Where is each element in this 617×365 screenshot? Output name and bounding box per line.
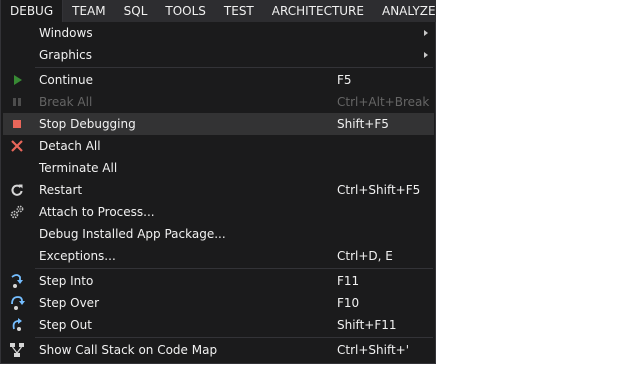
menu-item-label: Break All	[39, 95, 93, 109]
step-out-icon	[9, 317, 25, 333]
menu-separator	[35, 337, 433, 338]
menu-item-label: Detach All	[39, 139, 101, 153]
menu-tools[interactable]: TOOLS	[156, 0, 215, 22]
menu-item-break-all[interactable]: Break All Ctrl+Alt+Break	[3, 91, 434, 113]
menu-item-terminate-all[interactable]: Terminate All	[3, 157, 434, 179]
menu-item-label: Restart	[39, 183, 83, 197]
pause-icon	[9, 94, 25, 110]
submenu-arrow-icon	[424, 52, 428, 58]
menu-item-label: Step Into	[39, 274, 94, 288]
menu-item-attach-to-process[interactable]: Attach to Process...	[3, 201, 434, 223]
menu-item-shortcut: Shift+F11	[337, 318, 397, 332]
menu-item-shortcut: Ctrl+Alt+Break	[337, 95, 430, 109]
menu-test[interactable]: TEST	[215, 0, 263, 22]
menu-item-continue[interactable]: Continue F5	[3, 69, 434, 91]
step-over-icon	[9, 295, 25, 311]
menu-bar: DEBUG TEAM SQL TOOLS TEST ARCHITECTURE A…	[0, 0, 436, 22]
restart-icon	[9, 182, 25, 198]
menu-item-show-call-stack-on-code-map[interactable]: Show Call Stack on Code Map Ctrl+Shift+'	[3, 339, 434, 361]
stop-icon	[9, 116, 25, 132]
menu-item-shortcut: F5	[337, 73, 352, 87]
menu-item-label: Windows	[39, 26, 93, 40]
menu-separator	[35, 268, 433, 269]
menu-item-label: Exceptions...	[39, 249, 116, 263]
gears-icon	[9, 204, 25, 220]
menu-item-label: Stop Debugging	[39, 117, 136, 131]
menu-item-debug-installed-app-package[interactable]: Debug Installed App Package...	[3, 223, 434, 245]
menu-sql[interactable]: SQL	[115, 0, 157, 22]
menu-item-step-into[interactable]: Step Into F11	[3, 270, 434, 292]
menu-item-label: Step Out	[39, 318, 92, 332]
menu-architecture[interactable]: ARCHITECTURE	[263, 0, 373, 22]
step-into-icon	[9, 273, 25, 289]
menu-item-label: Attach to Process...	[39, 205, 155, 219]
code-map-icon	[9, 342, 25, 358]
menu-separator	[35, 67, 433, 68]
menu-item-stop-debugging[interactable]: Stop Debugging Shift+F5	[3, 113, 434, 135]
menu-item-label: Continue	[39, 73, 93, 87]
menu-item-restart[interactable]: Restart Ctrl+Shift+F5	[3, 179, 434, 201]
menu-item-graphics[interactable]: Graphics	[3, 44, 434, 66]
menu-item-label: Step Over	[39, 296, 99, 310]
menu-analyze[interactable]: ANALYZE	[373, 0, 445, 22]
menu-item-shortcut: Ctrl+Shift+F5	[337, 183, 421, 197]
close-icon	[9, 138, 25, 154]
debug-menu-dropdown: Windows Graphics Continue F5 Break All C…	[0, 22, 436, 364]
submenu-arrow-icon	[424, 30, 428, 36]
play-icon	[9, 72, 25, 88]
menu-item-step-over[interactable]: Step Over F10	[3, 292, 434, 314]
menu-item-step-out[interactable]: Step Out Shift+F11	[3, 314, 434, 336]
menu-item-shortcut: F11	[337, 274, 360, 288]
menu-debug[interactable]: DEBUG	[0, 0, 64, 22]
menu-item-label: Graphics	[39, 48, 92, 62]
menu-item-windows[interactable]: Windows	[3, 22, 434, 44]
menu-item-label: Debug Installed App Package...	[39, 227, 226, 241]
menu-item-shortcut: Shift+F5	[337, 117, 389, 131]
menu-team[interactable]: TEAM	[63, 0, 114, 22]
menu-item-detach-all[interactable]: Detach All	[3, 135, 434, 157]
menu-item-shortcut: F10	[337, 296, 360, 310]
menu-item-label: Terminate All	[39, 161, 118, 175]
menu-item-shortcut: Ctrl+Shift+'	[337, 343, 410, 357]
menu-item-exceptions[interactable]: Exceptions... Ctrl+D, E	[3, 245, 434, 267]
menu-item-label: Show Call Stack on Code Map	[39, 343, 218, 357]
menu-item-shortcut: Ctrl+D, E	[337, 249, 393, 263]
